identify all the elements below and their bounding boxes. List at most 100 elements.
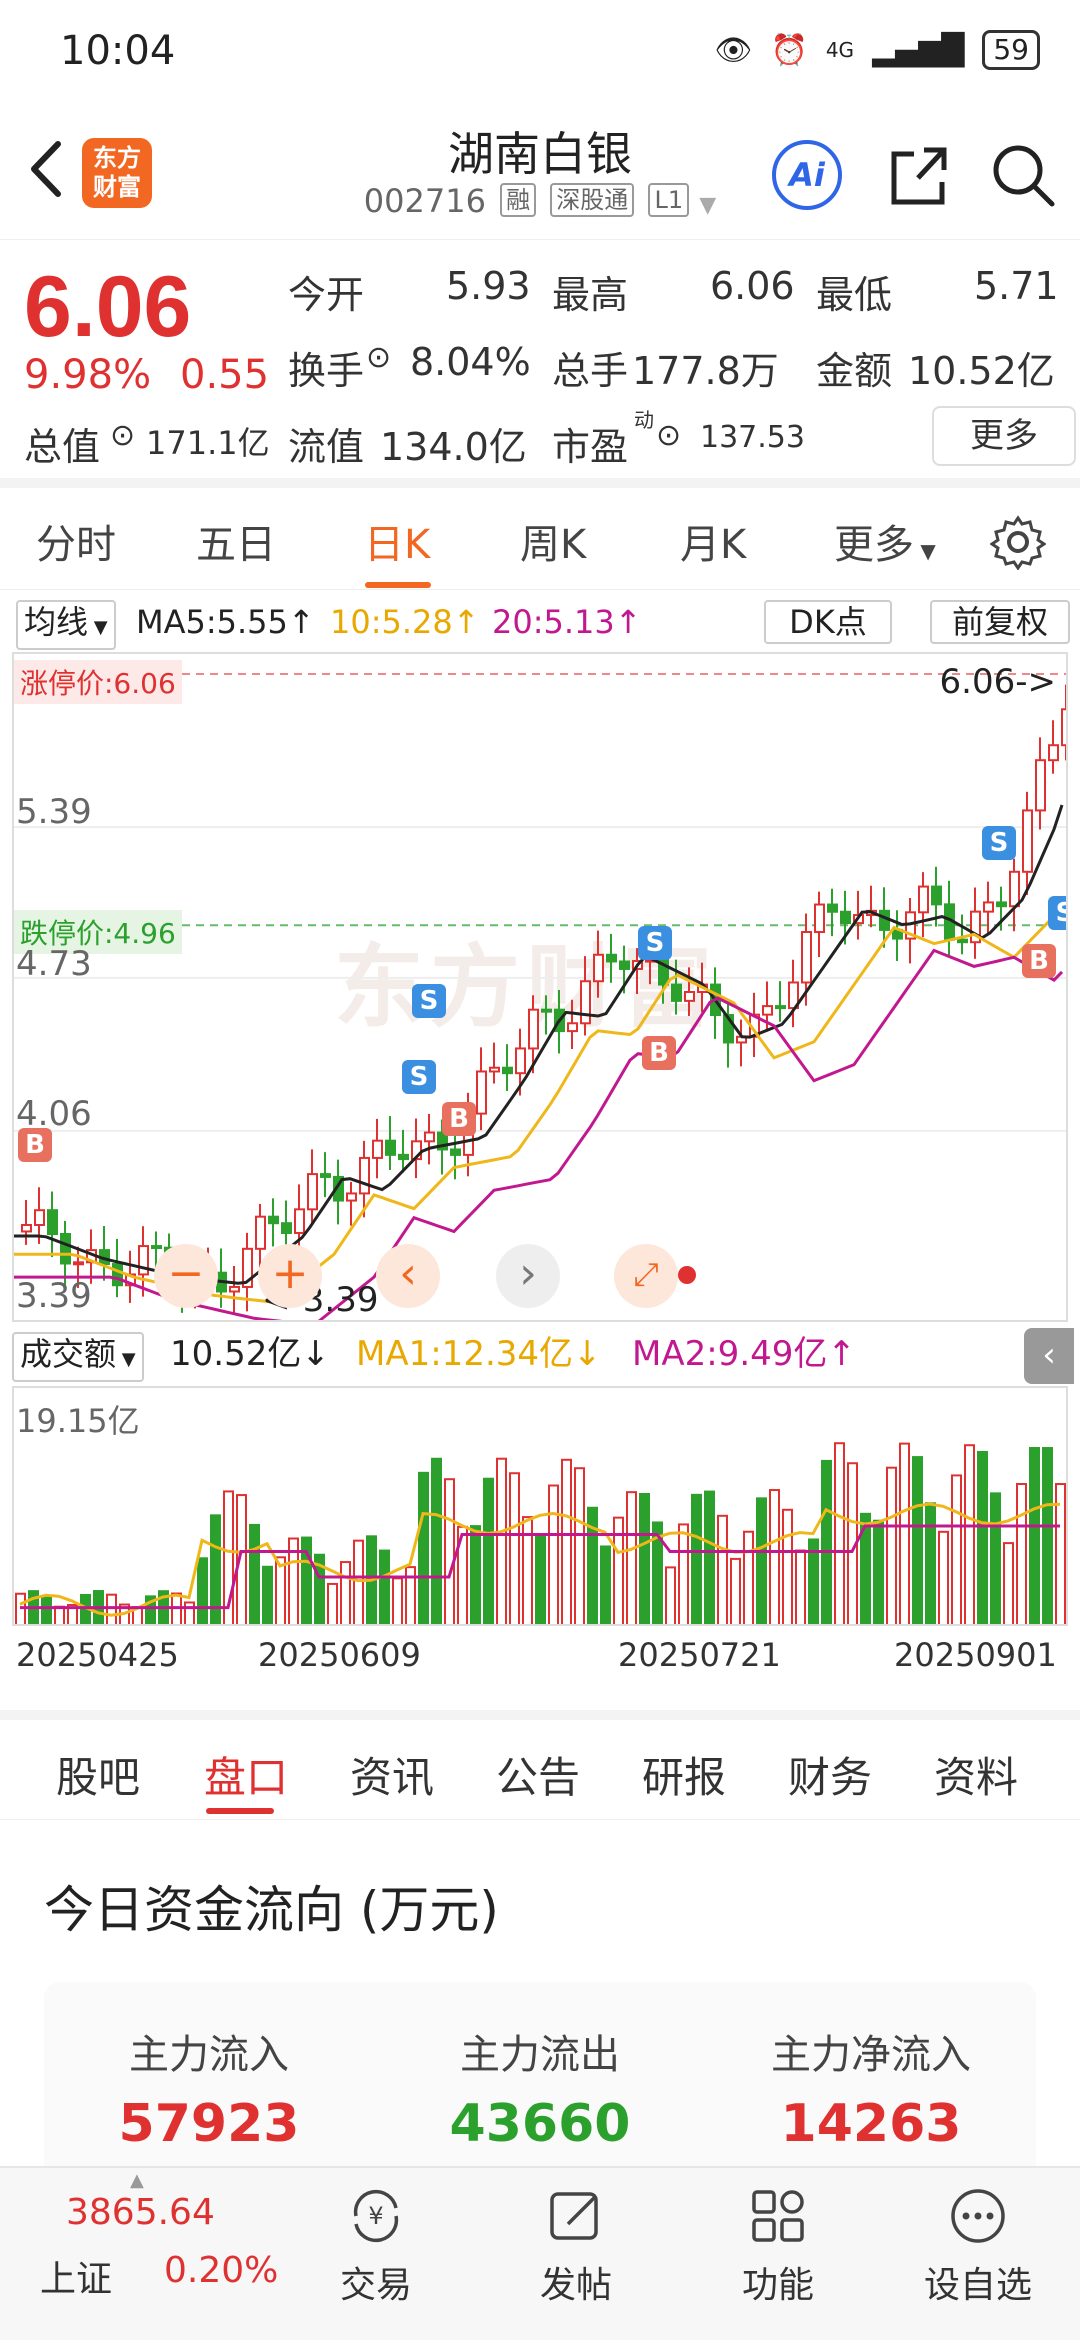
candle-body bbox=[424, 1131, 435, 1143]
sell-signal-badge[interactable]: S bbox=[982, 826, 1016, 860]
caret-down-icon: ▼ bbox=[116, 1349, 136, 1370]
scroll-left-button[interactable]: ‹ bbox=[376, 1244, 440, 1308]
tab-news[interactable]: 资讯 bbox=[350, 1744, 434, 1805]
sell-signal-badge[interactable]: S bbox=[402, 1060, 436, 1094]
buy-signal-badge[interactable]: B bbox=[442, 1102, 476, 1136]
volume-bar bbox=[886, 1466, 897, 1624]
search-icon[interactable] bbox=[988, 140, 1058, 210]
volume-bar bbox=[600, 1545, 611, 1624]
tab-profile[interactable]: 资料 bbox=[934, 1744, 1018, 1805]
info-icon[interactable]: ⊙ bbox=[110, 418, 135, 453]
date-label: 20250721 bbox=[618, 1636, 781, 1674]
signal-icon: ▂▄▆█ bbox=[872, 32, 965, 68]
info-icon[interactable]: ⊙ bbox=[366, 340, 391, 375]
battery-icon: 59 bbox=[982, 30, 1040, 70]
volume-indicator-selector[interactable]: 成交额 ▼ bbox=[12, 1332, 144, 1382]
volume-bar bbox=[431, 1457, 442, 1624]
volume-chart[interactable]: 19.15亿 bbox=[12, 1386, 1068, 1626]
volume-bar bbox=[717, 1514, 728, 1624]
tab-weekly-k[interactable]: 周K bbox=[520, 512, 586, 570]
candle-body bbox=[931, 885, 942, 906]
high-label: 最高 bbox=[552, 273, 629, 317]
nav-trade[interactable]: ¥ 交易 bbox=[306, 2184, 446, 2308]
indicator-selector-label: 均线 bbox=[24, 603, 89, 641]
candle-body bbox=[268, 1215, 279, 1225]
pe-value: 137.53 bbox=[700, 420, 805, 455]
candle-body bbox=[827, 903, 838, 913]
candle-body bbox=[515, 1047, 526, 1075]
collapse-panel-button[interactable]: ‹ bbox=[1024, 1328, 1074, 1384]
candle-body bbox=[112, 1263, 123, 1287]
tab-daily-k[interactable]: 日K bbox=[364, 512, 430, 570]
candle-body bbox=[1061, 708, 1066, 747]
more-button[interactable]: 更多 bbox=[932, 406, 1076, 466]
info-tabs: 股吧 盘口 资讯 公告 研报 财务 资料 bbox=[0, 1710, 1080, 1820]
max-price-marker: 6.06-> bbox=[939, 662, 1056, 702]
candle-body bbox=[359, 1156, 370, 1195]
grid-icon bbox=[752, 2190, 804, 2242]
index-pct: 0.20% bbox=[164, 2250, 279, 2291]
ai-assistant-icon[interactable]: Ai bbox=[772, 140, 842, 210]
nav-post[interactable]: 发帖 bbox=[506, 2184, 646, 2308]
indicator-selector[interactable]: 均线 ▼ bbox=[16, 600, 116, 650]
volume-bar bbox=[782, 1508, 793, 1624]
volume-bar bbox=[899, 1442, 910, 1624]
buy-signal-badge[interactable]: B bbox=[642, 1036, 676, 1070]
volume-bar bbox=[184, 1601, 195, 1624]
tab-more[interactable]: 更多 ▼ bbox=[834, 512, 936, 570]
candle-body bbox=[307, 1173, 318, 1211]
candle-body bbox=[1009, 870, 1020, 908]
ma5-value: MA5:5.55↑ bbox=[136, 603, 315, 641]
candle-body bbox=[21, 1223, 32, 1233]
volume-bar bbox=[951, 1474, 962, 1624]
period-tabs: 分时 五日 日K 周K 月K 更多 ▼ bbox=[0, 498, 1080, 590]
share-icon[interactable] bbox=[884, 140, 954, 210]
sell-signal-badge[interactable]: S bbox=[638, 926, 672, 960]
kline-chart[interactable]: 东方财富 涨停价:6.06 跌停价:4.96 5.39 4.73 4.06 3.… bbox=[12, 652, 1068, 1322]
volume-bar bbox=[340, 1561, 351, 1624]
sell-signal-badge[interactable]: S bbox=[1048, 896, 1066, 930]
pe-label: 市盈 bbox=[552, 425, 629, 469]
gear-icon[interactable] bbox=[990, 514, 1046, 570]
volume-bar bbox=[626, 1491, 637, 1624]
nav-watchlist[interactable]: 设自选 bbox=[908, 2184, 1048, 2308]
adjust-button[interactable]: 前复权 bbox=[930, 600, 1070, 644]
sell-signal-badge[interactable]: S bbox=[412, 984, 446, 1018]
y-label: 4.73 bbox=[16, 944, 92, 984]
scroll-right-button[interactable]: › bbox=[496, 1244, 560, 1308]
tab-forum[interactable]: 股吧 bbox=[56, 1744, 140, 1805]
tab-five-day[interactable]: 五日 bbox=[196, 512, 276, 570]
chevron-down-icon: ▼ bbox=[699, 193, 717, 218]
candle-body bbox=[476, 1070, 487, 1115]
volume-current: 10.52亿↓ bbox=[170, 1334, 330, 1374]
high-value: 6.06 bbox=[710, 264, 795, 308]
candle-body bbox=[528, 1008, 539, 1050]
volume-bar bbox=[483, 1477, 494, 1624]
tab-order-book[interactable]: 盘口 bbox=[204, 1744, 288, 1805]
buy-signal-badge[interactable]: B bbox=[1022, 944, 1056, 978]
volume-bar bbox=[730, 1557, 741, 1624]
candle-body bbox=[762, 1005, 773, 1016]
main-inflow-label: 主力流入 bbox=[129, 2032, 289, 2078]
buy-signal-badge[interactable]: B bbox=[18, 1128, 52, 1162]
tab-research[interactable]: 研报 bbox=[642, 1744, 726, 1805]
tab-announcements[interactable]: 公告 bbox=[496, 1744, 580, 1805]
zoom-in-button[interactable]: + bbox=[258, 1244, 322, 1308]
nav-functions[interactable]: 功能 bbox=[708, 2184, 848, 2308]
fullscreen-icon[interactable]: ⤢ bbox=[614, 1244, 678, 1308]
volume-label: 总手 bbox=[552, 349, 629, 393]
volume-bar bbox=[925, 1502, 936, 1624]
tab-more-label: 更多 bbox=[834, 522, 914, 568]
tab-finance[interactable]: 财务 bbox=[788, 1744, 872, 1805]
volume-bar bbox=[15, 1592, 26, 1624]
volume-bar bbox=[418, 1471, 429, 1624]
tab-monthly-k[interactable]: 月K bbox=[680, 512, 746, 570]
tab-intraday[interactable]: 分时 bbox=[36, 512, 116, 570]
volume-bar bbox=[327, 1582, 338, 1624]
active-tab-indicator bbox=[206, 1808, 274, 1814]
candle-body bbox=[489, 1066, 500, 1073]
zoom-out-button[interactable]: − bbox=[154, 1244, 218, 1308]
info-icon[interactable]: ⊙ bbox=[656, 418, 681, 453]
main-outflow-value: 43660 bbox=[449, 2094, 631, 2154]
dk-point-button[interactable]: DK点 bbox=[764, 600, 892, 644]
